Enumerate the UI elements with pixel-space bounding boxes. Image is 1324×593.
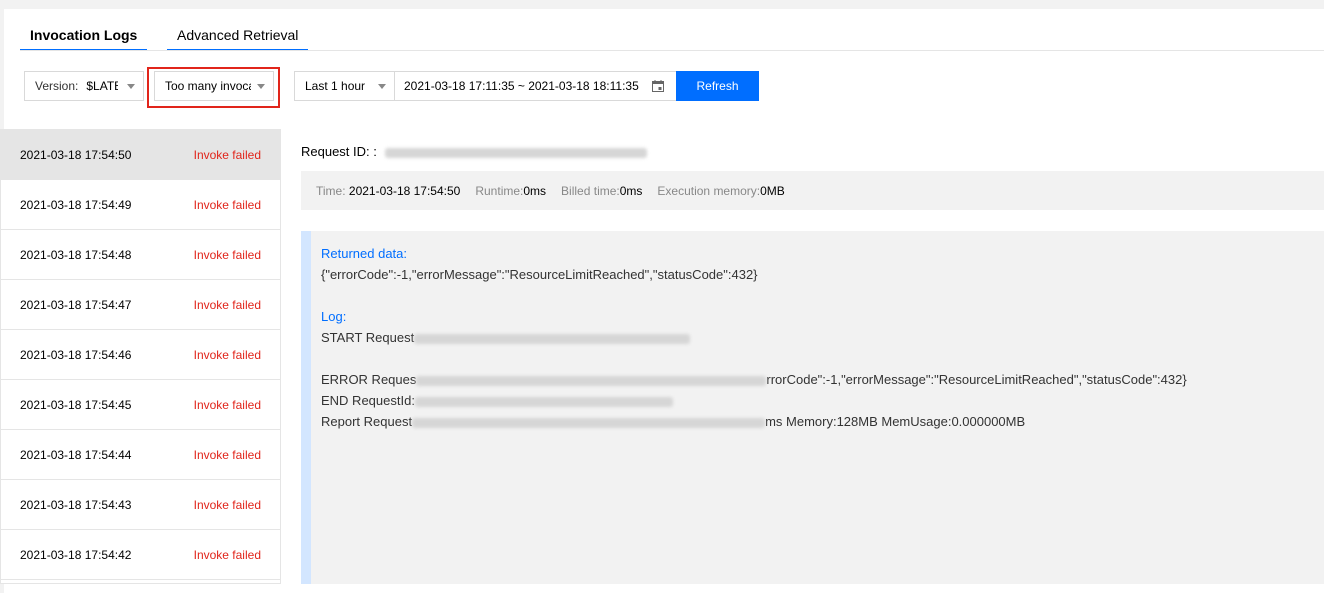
redacted-text <box>414 396 673 407</box>
log-report-prefix: Report Request <box>321 414 413 429</box>
invocation-row[interactable]: 2021-03-18 17:54:48 Invoke failed <box>1 230 280 280</box>
request-id: Request ID: : <box>301 144 647 159</box>
log-line-start: START Request <box>321 327 1324 348</box>
returned-data-value: {"errorCode":-1,"errorMessage":"Resource… <box>321 267 758 282</box>
invocation-row[interactable]: 2021-03-18 17:54:43 Invoke failed <box>1 480 280 530</box>
highlight-box <box>147 67 280 108</box>
invocation-row[interactable]: 2021-03-18 17:54:42 Invoke failed <box>1 530 280 580</box>
invocation-status: Invoke failed <box>193 447 261 462</box>
memory-value: 0MB <box>760 183 785 198</box>
time-label: Time: <box>316 183 346 198</box>
log-end-text: END RequestId: <box>321 393 415 408</box>
invocation-time: 2021-03-18 17:54:42 <box>20 547 132 562</box>
invocation-row[interactable]: 2021-03-18 17:54:47 Invoke failed <box>1 280 280 330</box>
log-line-report: Report Request ms Memory:128MB MemUsage:0… <box>321 411 1324 432</box>
redacted-text <box>412 417 766 428</box>
billed-time-value: 0ms <box>619 183 643 198</box>
tab-invocation-logs[interactable]: Invocation Logs <box>20 25 148 51</box>
invocation-status: Invoke failed <box>193 547 261 562</box>
memory-label: Execution memory: <box>657 183 761 198</box>
redacted-text <box>416 375 767 386</box>
redacted-request-id <box>384 147 647 158</box>
invocation-time: 2021-03-18 17:54:47 <box>20 297 132 312</box>
billed-time-label: Billed time: <box>561 183 620 198</box>
log-start-text: START Request <box>321 330 415 345</box>
refresh-button[interactable]: Refresh <box>676 71 759 101</box>
log-label: Log: <box>321 309 347 324</box>
invocation-time: 2021-03-18 17:54:43 <box>20 497 132 512</box>
invocation-row[interactable]: 2021-03-18 17:54:44 Invoke failed <box>1 430 280 480</box>
invocation-status: Invoke failed <box>193 497 261 512</box>
tab-advanced-retrieval[interactable]: Advanced Retrieval <box>167 25 309 51</box>
invocation-time: 2021-03-18 17:54:45 <box>20 397 132 412</box>
invocation-time: 2021-03-18 17:54:48 <box>20 247 132 262</box>
calendar-icon[interactable] <box>652 80 664 92</box>
version-value: $LATEST <box>86 79 118 93</box>
redacted-text <box>414 333 691 344</box>
returned-data-label: Returned data: <box>321 246 408 261</box>
time-value: 2021-03-18 17:54:50 <box>348 183 461 198</box>
invocation-status: Invoke failed <box>193 397 261 412</box>
invocation-time: 2021-03-18 17:54:50 <box>20 147 132 162</box>
version-select[interactable]: Version: $LATEST <box>24 71 144 101</box>
invocation-row[interactable]: 2021-03-18 17:54:49 Invoke failed <box>1 180 280 230</box>
log-error-prefix: ERROR Reques <box>321 372 417 387</box>
chevron-down-icon <box>127 84 135 89</box>
time-range-select[interactable]: Last 1 hour <box>294 71 395 101</box>
invocation-meta: Time: 2021-03-18 17:54:50 Runtime:0ms Bi… <box>301 171 1324 210</box>
log-output: Returned data: {"errorCode":-1,"errorMes… <box>301 231 1324 584</box>
tab-divider <box>20 50 1324 51</box>
invocation-status: Invoke failed <box>193 147 261 162</box>
billed-time-field: Billed time:0ms <box>561 184 642 198</box>
invocation-row[interactable]: 2021-03-18 17:54:45 Invoke failed <box>1 380 280 430</box>
log-line-error: ERROR Reques rrorCode":-1,"errorMessage":… <box>321 369 1324 390</box>
invocation-row[interactable]: 2021-03-18 17:54:50 Invoke failed <box>1 130 280 180</box>
invocation-status: Invoke failed <box>193 197 261 212</box>
invocation-row[interactable]: 2021-03-18 17:54:46 Invoke failed <box>1 330 280 380</box>
log-error-suffix: rrorCode":-1,"errorMessage":"ResourceLim… <box>766 372 1187 387</box>
version-label: Version: <box>35 79 79 93</box>
date-range-picker[interactable]: 2021-03-18 17:11:35 ~ 2021-03-18 18:11:3… <box>394 71 680 101</box>
invocation-time: 2021-03-18 17:54:46 <box>20 347 132 362</box>
chevron-down-icon <box>378 84 386 89</box>
log-report-suffix: ms Memory:128MB MemUsage:0.000000MB <box>765 414 1026 429</box>
invocation-time: 2021-03-18 17:54:44 <box>20 447 132 462</box>
invocation-list: 2021-03-18 17:54:50 Invoke failed 2021-03-… <box>0 129 281 584</box>
time-field: Time: 2021-03-18 17:54:50 <box>316 184 460 198</box>
invocation-status: Invoke failed <box>193 347 261 362</box>
memory-field: Execution memory:0MB <box>657 184 784 198</box>
log-line-end: END RequestId: <box>321 390 1324 411</box>
invocation-time: 2021-03-18 17:54:49 <box>20 197 132 212</box>
runtime-value: 0ms <box>523 183 547 198</box>
time-range-value: Last 1 hour <box>305 79 366 93</box>
invocation-status: Invoke failed <box>193 297 261 312</box>
runtime-label: Runtime: <box>475 183 524 198</box>
date-range-value: 2021-03-18 17:11:35 ~ 2021-03-18 18:11:3… <box>404 79 639 93</box>
invocation-status: Invoke failed <box>193 247 261 262</box>
request-id-label: Request ID: : <box>301 144 377 159</box>
runtime-field: Runtime:0ms <box>475 184 546 198</box>
